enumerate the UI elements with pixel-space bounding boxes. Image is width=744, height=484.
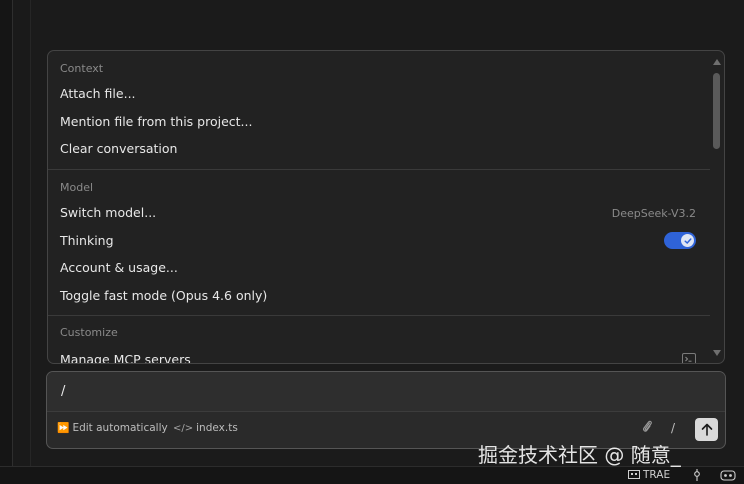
section-title-customize: Customize bbox=[60, 326, 118, 339]
copilot-glyph bbox=[720, 470, 736, 481]
scroll-thumb[interactable] bbox=[713, 73, 720, 149]
trae-status[interactable]: TRAE bbox=[628, 469, 670, 481]
watermark: 掘金技术社区 @ 随意_ bbox=[478, 443, 681, 467]
chat-input[interactable]: / bbox=[47, 372, 725, 412]
send-button[interactable] bbox=[695, 418, 718, 441]
edit-mode-selector[interactable]: ⏩ Edit automatically bbox=[57, 422, 168, 434]
paperclip-glyph bbox=[643, 420, 652, 432]
command-menu-list: Context Attach file... Mention file from… bbox=[48, 51, 710, 363]
scroll-down-icon[interactable] bbox=[713, 350, 721, 356]
menu-item-switch-model[interactable]: Switch model... bbox=[60, 202, 700, 224]
terminal-glyph bbox=[685, 356, 692, 362]
page: Context Attach file... Mention file from… bbox=[0, 0, 744, 484]
terminal-icon bbox=[682, 353, 696, 363]
branch-glyph bbox=[694, 469, 700, 481]
context-file-chip[interactable]: </> index.ts bbox=[173, 422, 238, 434]
current-model-value: DeepSeek-V3.2 bbox=[611, 207, 696, 220]
menu-item-clear-conversation[interactable]: Clear conversation bbox=[60, 138, 700, 160]
edit-mode-label: Edit automatically bbox=[72, 422, 168, 434]
section-divider bbox=[48, 169, 710, 170]
paperclip-icon[interactable] bbox=[641, 419, 653, 438]
status-bar: TRAE bbox=[0, 466, 744, 484]
copilot-icon[interactable] bbox=[720, 469, 736, 484]
trae-label: TRAE bbox=[643, 469, 671, 481]
command-menu: Context Attach file... Mention file from… bbox=[47, 50, 725, 364]
menu-item-manage-mcp[interactable]: Manage MCP servers bbox=[60, 349, 700, 363]
trae-icon bbox=[628, 470, 640, 479]
menu-item-thinking[interactable]: Thinking bbox=[60, 230, 700, 252]
menu-scrollbar[interactable] bbox=[711, 51, 723, 363]
chat-composer: / ⏩ Edit automatically </> index.ts / bbox=[46, 371, 726, 449]
menu-item-label: Switch model... bbox=[60, 205, 157, 220]
menu-item-toggle-fast-mode[interactable]: Toggle fast mode (Opus 4.6 only) bbox=[60, 285, 700, 307]
context-file-label: index.ts bbox=[196, 422, 238, 434]
check-icon bbox=[684, 237, 691, 244]
section-title-context: Context bbox=[60, 62, 104, 75]
chat-input-value: / bbox=[61, 384, 66, 399]
arrow-up-icon bbox=[701, 423, 712, 436]
toggle-knob bbox=[681, 234, 694, 247]
slash-command-button[interactable]: / bbox=[671, 421, 675, 435]
menu-item-mention-file[interactable]: Mention file from this project... bbox=[60, 111, 700, 133]
activity-bar bbox=[0, 0, 12, 466]
menu-item-label: Thinking bbox=[60, 233, 114, 248]
branch-icon[interactable] bbox=[692, 469, 702, 484]
rail-divider-2 bbox=[30, 0, 31, 466]
section-divider bbox=[48, 315, 710, 316]
thinking-toggle[interactable] bbox=[664, 232, 696, 249]
section-title-model: Model bbox=[60, 181, 94, 194]
fast-forward-icon: ⏩ bbox=[57, 423, 70, 434]
menu-item-account-usage[interactable]: Account & usage... bbox=[60, 257, 700, 279]
code-icon: </> bbox=[173, 423, 194, 434]
scroll-up-icon[interactable] bbox=[713, 59, 721, 65]
side-rail bbox=[13, 0, 31, 466]
menu-item-attach-file[interactable]: Attach file... bbox=[60, 83, 700, 105]
